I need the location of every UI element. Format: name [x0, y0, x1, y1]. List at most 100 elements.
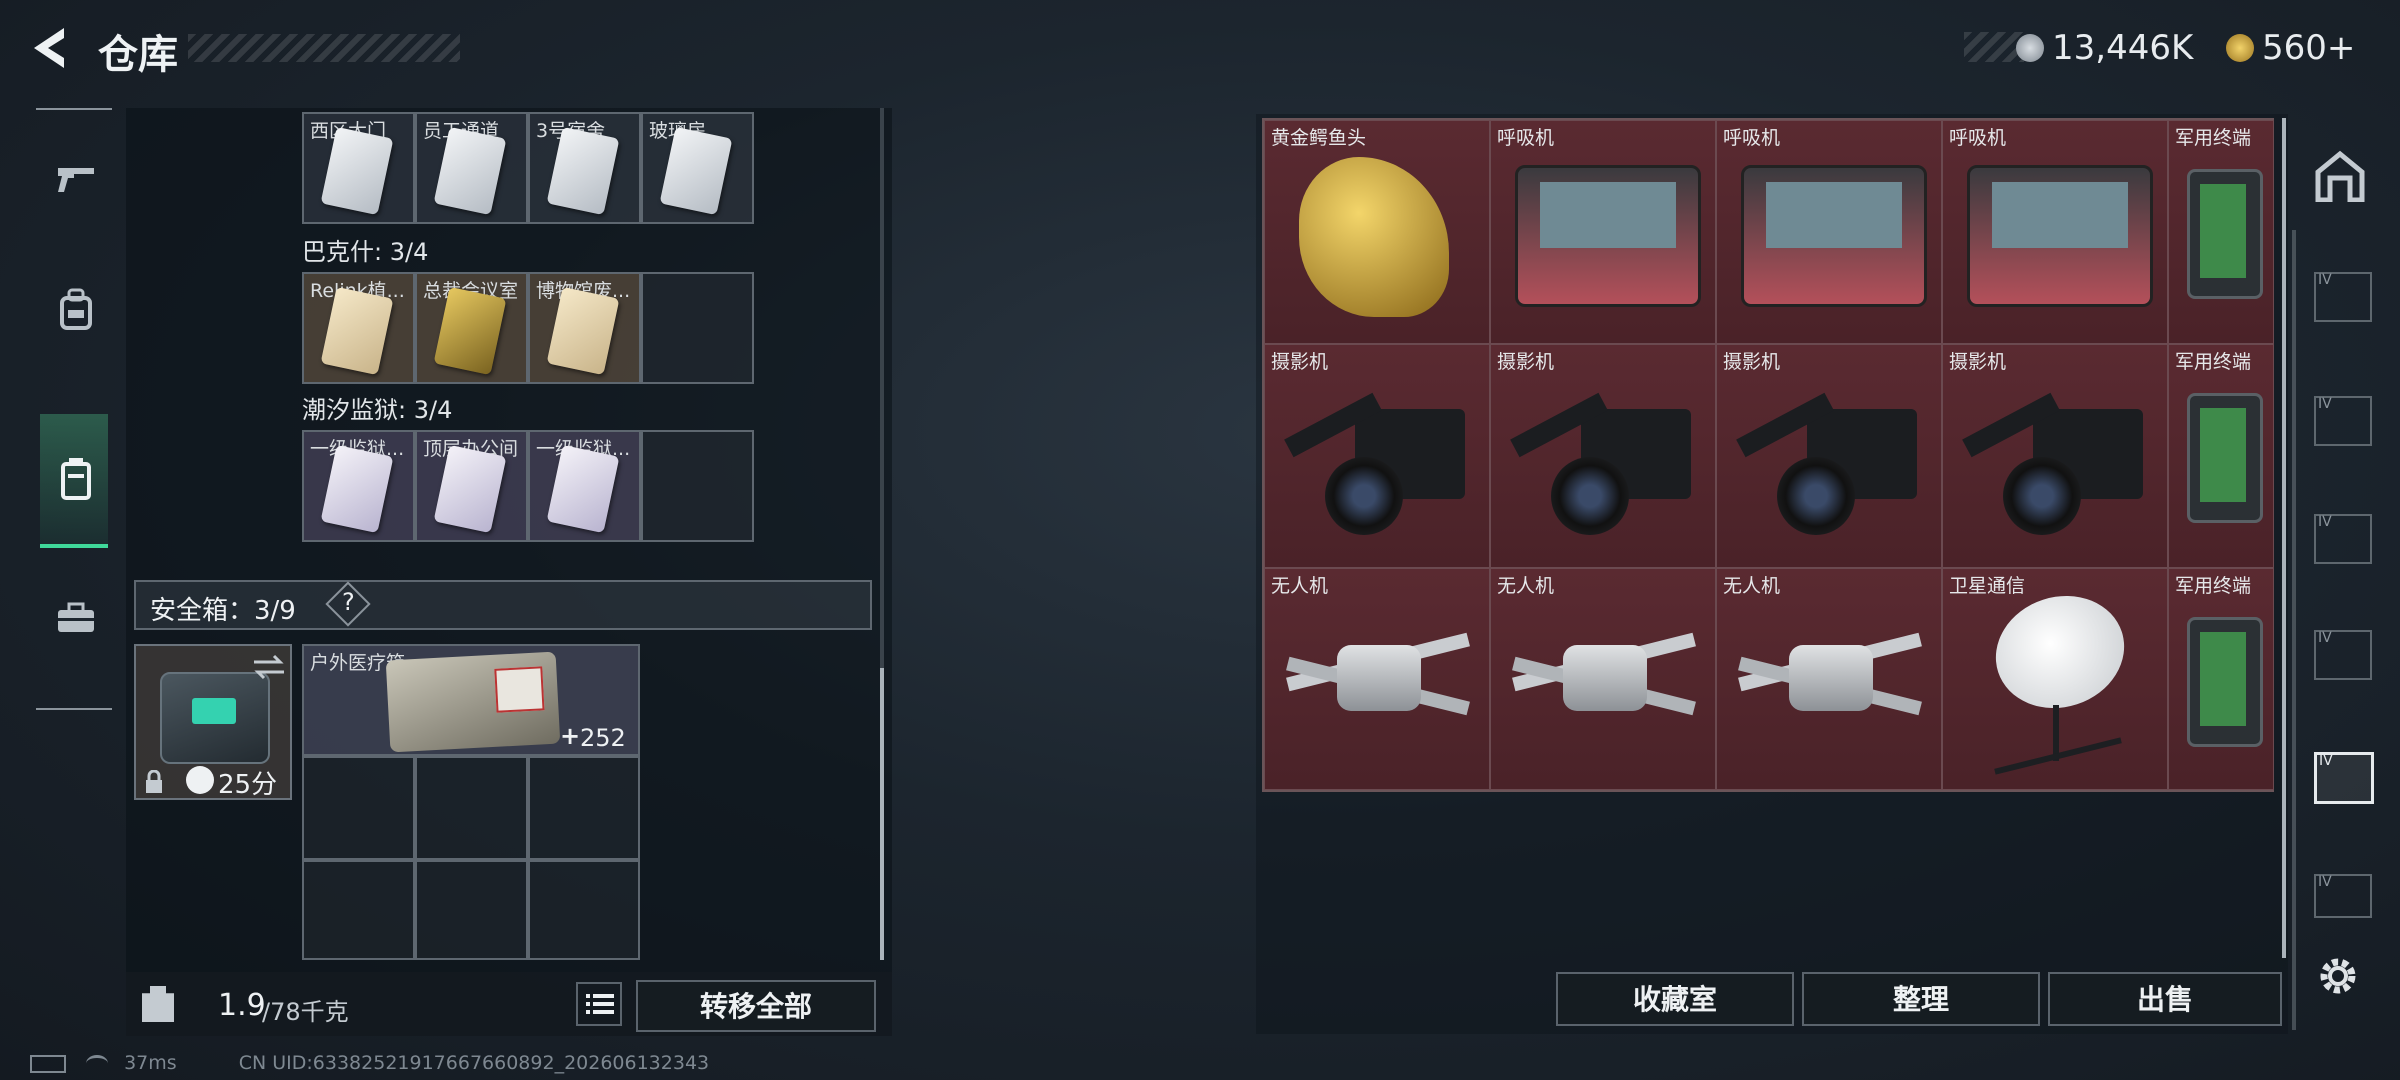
item-label: 军用终端	[2175, 575, 2252, 597]
item-label: 黄金鳄鱼头	[1271, 127, 1367, 149]
drone-body	[1563, 645, 1647, 711]
keycard-slot[interactable]: 员工通道	[415, 112, 528, 224]
empty-slot[interactable]	[415, 756, 528, 860]
keycard-slot[interactable]: 西区大门	[302, 112, 415, 224]
transfer-all-button[interactable]: 转移全部	[636, 980, 876, 1032]
top-bar: 仓库 13,446K 560+	[0, 0, 2400, 100]
stash-item-camera[interactable]: 摄影机	[1942, 344, 2168, 568]
keycard-slot[interactable]: 玻璃房	[641, 112, 754, 224]
toolbox-tab[interactable]	[40, 548, 108, 678]
weight-current: 1.9	[218, 988, 266, 1023]
backpack-tab[interactable]	[40, 248, 108, 378]
title-decoration	[188, 34, 460, 62]
medkit-cross-patch	[494, 666, 545, 713]
stash-item-ventilator[interactable]: 呼吸机	[1490, 120, 1716, 344]
lv-case-3[interactable]: IV	[2314, 514, 2372, 564]
keycard-slot[interactable]: 3号宿舍	[528, 112, 641, 224]
stash-item-ventilator[interactable]: 呼吸机	[1942, 120, 2168, 344]
lv-case-5-active[interactable]: IV	[2314, 752, 2374, 804]
satellite-dish	[1981, 579, 2139, 725]
battery-icon	[30, 1054, 66, 1073]
settings-button[interactable]	[2316, 954, 2360, 998]
terminal-image	[2187, 393, 2263, 523]
home-tab[interactable]	[2314, 150, 2366, 203]
left-rail	[36, 108, 112, 710]
item-label: 呼吸机	[1497, 127, 1555, 149]
medkit-image	[385, 651, 561, 753]
lv-badge-icon: IV	[2318, 874, 2332, 890]
item-label: 卫星通信	[1949, 575, 2026, 597]
sell-button[interactable]: 出售	[2048, 972, 2282, 1026]
currency-secondary-value[interactable]: 560+	[2262, 28, 2355, 68]
empty-slot[interactable]	[415, 860, 528, 960]
camera-lens	[1777, 457, 1855, 535]
stash-item-drone[interactable]: 无人机	[1716, 568, 1942, 790]
keycard-slot[interactable]: 博物馆废...	[528, 272, 641, 384]
stash-item-ventilator[interactable]: 呼吸机	[1716, 120, 1942, 344]
item-label: 军用终端	[2175, 351, 2252, 373]
weapon-tab[interactable]	[40, 112, 108, 242]
container-icon	[61, 458, 91, 500]
uid-text: CN UID:6338252191766766089​2_20260613234…	[238, 1052, 710, 1074]
item-label: 摄影机	[1723, 351, 1781, 373]
stash-item-satellite[interactable]: 卫星通信	[1942, 568, 2168, 790]
ventilator-screen	[1540, 182, 1676, 248]
keycard-row: 一级监狱... 顶层办公间 一级监狱...	[302, 430, 754, 542]
stash-item-golden-croc[interactable]: 黄金鳄鱼头	[1264, 120, 1490, 344]
scrollbar-thumb[interactable]	[880, 668, 884, 960]
keycard-slot[interactable]: 总裁会议室	[415, 272, 528, 384]
sort-button[interactable]: 整理	[1802, 972, 2040, 1026]
empty-keycard-slot[interactable]	[641, 430, 754, 542]
weight-icon	[142, 986, 174, 1022]
item-value: 252	[580, 724, 626, 752]
stash-item-military-terminal[interactable]: 军用终端	[2168, 344, 2274, 568]
stash-item-military-terminal[interactable]: 军用终端	[2168, 120, 2274, 344]
rail-separator	[2292, 230, 2296, 1030]
empty-slot[interactable]	[302, 860, 415, 960]
keycard-row-top: 西区大门 员工通道 3号宿舍 玻璃房	[302, 112, 754, 224]
medkit-item[interactable]: 户外医疗箱 + 252	[302, 644, 640, 756]
lv-case-1[interactable]: IV	[2314, 272, 2372, 322]
lv-case-4[interactable]: IV	[2314, 630, 2372, 680]
ventilator-image	[1967, 165, 2153, 307]
gear-icon	[2320, 958, 2356, 994]
back-arrow-icon[interactable]	[26, 22, 72, 74]
keycard-slot[interactable]: Relink植...	[302, 272, 415, 384]
lv-case-2[interactable]: IV	[2314, 396, 2372, 446]
ping-value: 37ms	[124, 1052, 177, 1074]
wifi-icon	[86, 1055, 109, 1072]
keycard-group-title: 巴克什: 3/4	[302, 238, 429, 266]
keycard-slot[interactable]: 顶层办公间	[415, 430, 528, 542]
list-view-button[interactable]	[576, 982, 622, 1026]
item-label: 呼吸机	[1949, 127, 2007, 149]
stash-item-camera[interactable]: 摄影机	[1264, 344, 1490, 568]
lv-case-6[interactable]: IV	[2314, 874, 2372, 918]
lv-badge-icon: IV	[2319, 753, 2333, 769]
stash-item-drone[interactable]: 无人机	[1264, 568, 1490, 790]
stash-scrollbar[interactable]	[2282, 118, 2286, 958]
swap-icon[interactable]	[252, 654, 286, 680]
empty-keycard-slot[interactable]	[641, 272, 754, 384]
collection-room-button[interactable]: 收藏室	[1556, 972, 1794, 1026]
terminal-screen	[2200, 632, 2246, 726]
clock-icon	[186, 766, 214, 794]
safebox-slot[interactable]: 25分	[134, 644, 292, 800]
stash-item-camera[interactable]: 摄影机	[1716, 344, 1942, 568]
weight-bar: 1.9 /78千克 转移全部	[126, 972, 892, 1036]
keycard-slot[interactable]: 一级监狱...	[302, 430, 415, 542]
stash-item-drone[interactable]: 无人机	[1490, 568, 1716, 790]
empty-slot[interactable]	[528, 756, 640, 860]
right-rail: IV IV IV IV IV IV	[2288, 124, 2392, 1030]
camera-lens	[1551, 457, 1629, 535]
empty-slot[interactable]	[302, 756, 415, 860]
item-label: 摄影机	[1271, 351, 1329, 373]
empty-slot[interactable]	[528, 860, 640, 960]
drone-body	[1337, 645, 1421, 711]
container-tab[interactable]	[40, 414, 108, 548]
stash-item-camera[interactable]: 摄影机	[1490, 344, 1716, 568]
stash-item-military-terminal[interactable]: 军用终端	[2168, 568, 2274, 790]
status-bar: 37ms CN UID:6338252191766766089​2_202606…	[30, 1052, 709, 1074]
keycard-slot[interactable]: 一级监狱...	[528, 430, 641, 542]
lv-badge-icon: IV	[2318, 396, 2332, 412]
item-label: 摄影机	[1497, 351, 1555, 373]
